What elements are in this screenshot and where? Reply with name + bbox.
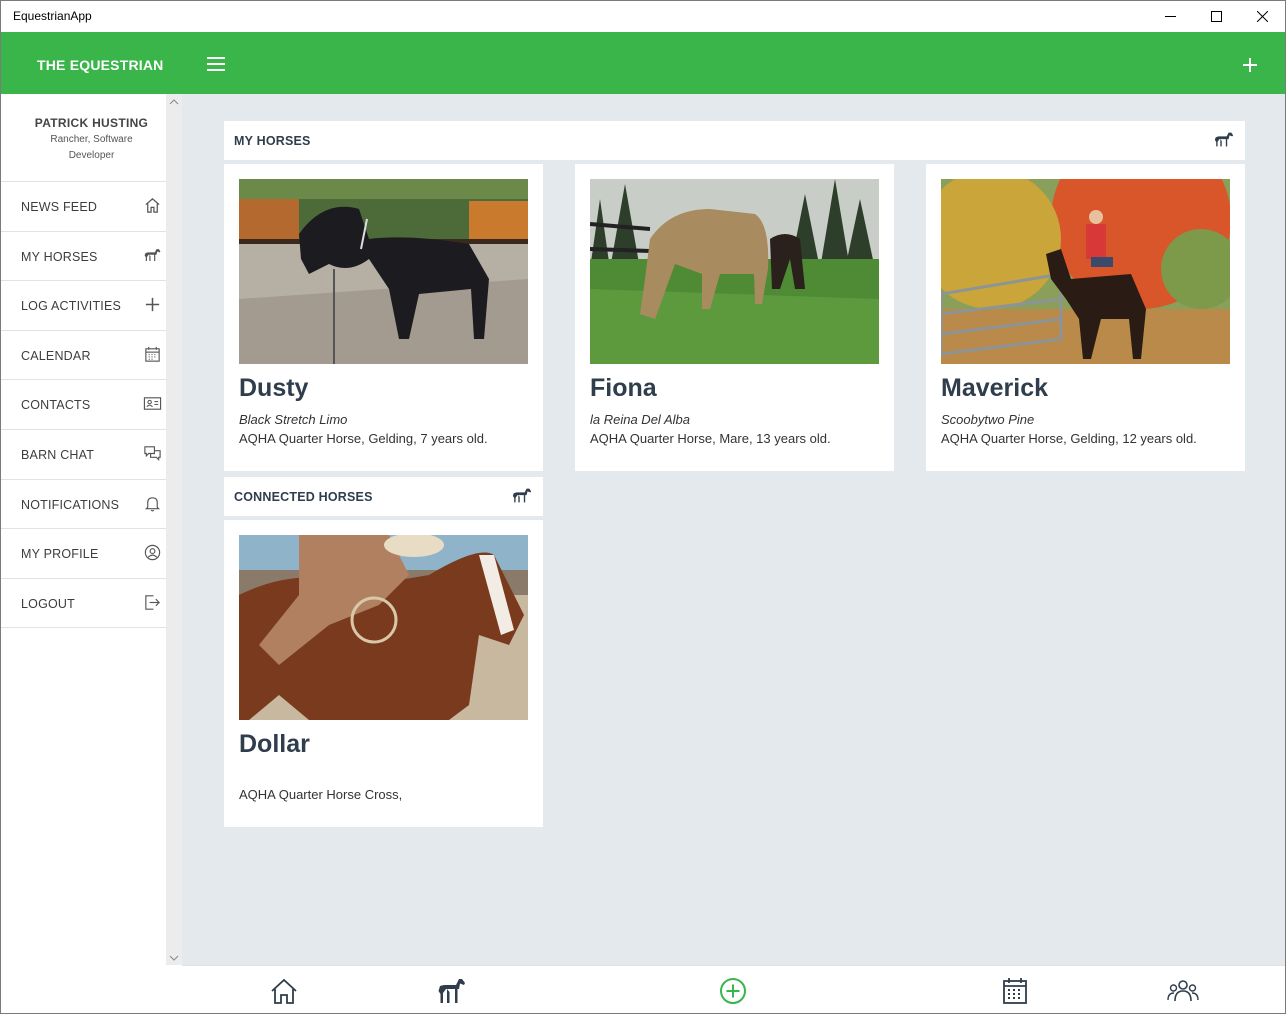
horse-photo bbox=[239, 535, 528, 720]
main-content: MY HORSES Dusty Black Stretch Limo AQHA … bbox=[182, 94, 1285, 965]
sidebar-item-label: CALENDAR bbox=[21, 348, 91, 363]
app-brand: THE EQUESTRIAN bbox=[37, 57, 164, 73]
horse-icon bbox=[1214, 132, 1234, 147]
user-circle-icon bbox=[144, 544, 161, 561]
sidebar-item-barn-chat[interactable]: BARN CHAT bbox=[1, 430, 182, 480]
home-icon[interactable] bbox=[268, 976, 300, 1006]
sidebar-item-label: CONTACTS bbox=[21, 398, 91, 413]
chat-icon bbox=[144, 446, 161, 462]
horse-icon bbox=[512, 488, 532, 503]
horse-card-dollar[interactable]: Dollar AQHA Quarter Horse Cross, bbox=[224, 520, 543, 827]
logout-icon bbox=[145, 595, 160, 610]
calendar-icon bbox=[145, 346, 160, 362]
contact-card-icon bbox=[143, 397, 162, 411]
horse-name: Dollar bbox=[239, 730, 310, 758]
connected-horses-header: CONNECTED HORSES bbox=[224, 477, 543, 516]
sidebar-item-label: LOG ACTIVITIES bbox=[21, 299, 122, 314]
sidebar: PATRICK HUSTING Rancher, Software Develo… bbox=[1, 94, 182, 1013]
horse-description: AQHA Quarter Horse, Gelding, 12 years ol… bbox=[941, 431, 1197, 446]
section-title: CONNECTED HORSES bbox=[234, 490, 373, 504]
horse-photo bbox=[239, 179, 528, 364]
add-circle-icon[interactable] bbox=[717, 976, 749, 1006]
maximize-button[interactable] bbox=[1193, 1, 1239, 32]
bottom-nav bbox=[182, 965, 1285, 1013]
sidebar-item-calendar[interactable]: CALENDAR bbox=[1, 331, 182, 381]
plus-icon[interactable] bbox=[1241, 56, 1259, 74]
profile-name: PATRICK HUSTING bbox=[34, 116, 149, 130]
app-window: EquestrianApp THE EQUESTRIAN PATRICK HUS… bbox=[0, 0, 1286, 1014]
profile-role: Rancher, Software Developer bbox=[50, 134, 133, 161]
sidebar-item-label: MY PROFILE bbox=[21, 547, 99, 562]
horse-photo bbox=[590, 179, 879, 364]
horse-registered-name: Scoobytwo Pine bbox=[941, 412, 1035, 427]
minimize-icon bbox=[1164, 16, 1176, 17]
sidebar-item-label: LOGOUT bbox=[21, 596, 75, 611]
horse-registered-name: la Reina Del Alba bbox=[590, 412, 690, 427]
horse-description: AQHA Quarter Horse, Mare, 13 years old. bbox=[590, 431, 831, 446]
horse-icon bbox=[144, 248, 161, 261]
close-icon bbox=[1256, 11, 1268, 22]
horse-icon[interactable] bbox=[436, 976, 468, 1006]
horse-name: Maverick bbox=[941, 374, 1049, 402]
horse-description: AQHA Quarter Horse Cross, bbox=[239, 787, 403, 802]
bell-icon bbox=[144, 496, 161, 511]
sidebar-item-label: NOTIFICATIONS bbox=[21, 497, 120, 512]
hamburger-icon[interactable] bbox=[205, 55, 227, 73]
sidebar-item-news-feed[interactable]: NEWS FEED bbox=[1, 182, 182, 232]
minimize-button[interactable] bbox=[1147, 1, 1193, 32]
calendar-icon[interactable] bbox=[999, 976, 1031, 1006]
horse-name: Dusty bbox=[239, 374, 309, 402]
sidebar-scrollbar[interactable] bbox=[166, 94, 182, 965]
scroll-up-icon[interactable] bbox=[169, 98, 179, 106]
app-header: THE EQUESTRIAN bbox=[1, 32, 1285, 94]
horse-name: Fiona bbox=[590, 374, 657, 402]
sidebar-item-notifications[interactable]: NOTIFICATIONS bbox=[1, 480, 182, 530]
group-icon[interactable] bbox=[1167, 976, 1199, 1006]
sidebar-item-label: NEWS FEED bbox=[21, 200, 98, 214]
title-bar: EquestrianApp bbox=[1, 1, 1285, 32]
scroll-down-icon[interactable] bbox=[169, 954, 179, 962]
home-icon bbox=[145, 198, 160, 213]
horse-card-fiona[interactable]: Fiona la Reina Del Alba AQHA Quarter Hor… bbox=[575, 164, 894, 471]
window-title: EquestrianApp bbox=[13, 9, 92, 23]
sidebar-item-my-horses[interactable]: MY HORSES bbox=[1, 232, 182, 282]
sidebar-item-label: BARN CHAT bbox=[21, 447, 95, 462]
horse-photo bbox=[941, 179, 1230, 364]
close-button[interactable] bbox=[1239, 1, 1285, 32]
profile-summary: PATRICK HUSTING Rancher, Software Develo… bbox=[1, 94, 182, 182]
plus-icon bbox=[145, 298, 160, 312]
maximize-icon bbox=[1210, 11, 1222, 22]
horse-registered-name: Black Stretch Limo bbox=[239, 412, 348, 427]
my-horses-header: MY HORSES bbox=[224, 121, 1245, 160]
section-title: MY HORSES bbox=[234, 134, 311, 148]
horse-description: AQHA Quarter Horse, Gelding, 7 years old… bbox=[239, 431, 488, 446]
sidebar-item-log-activities[interactable]: LOG ACTIVITIES bbox=[1, 281, 182, 331]
horse-card-dusty[interactable]: Dusty Black Stretch Limo AQHA Quarter Ho… bbox=[224, 164, 543, 471]
sidebar-item-contacts[interactable]: CONTACTS bbox=[1, 380, 182, 430]
sidebar-item-my-profile[interactable]: MY PROFILE bbox=[1, 529, 182, 579]
sidebar-item-logout[interactable]: LOGOUT bbox=[1, 579, 182, 629]
sidebar-item-label: MY HORSES bbox=[21, 249, 98, 264]
horse-card-maverick[interactable]: Maverick Scoobytwo Pine AQHA Quarter Hor… bbox=[926, 164, 1245, 471]
